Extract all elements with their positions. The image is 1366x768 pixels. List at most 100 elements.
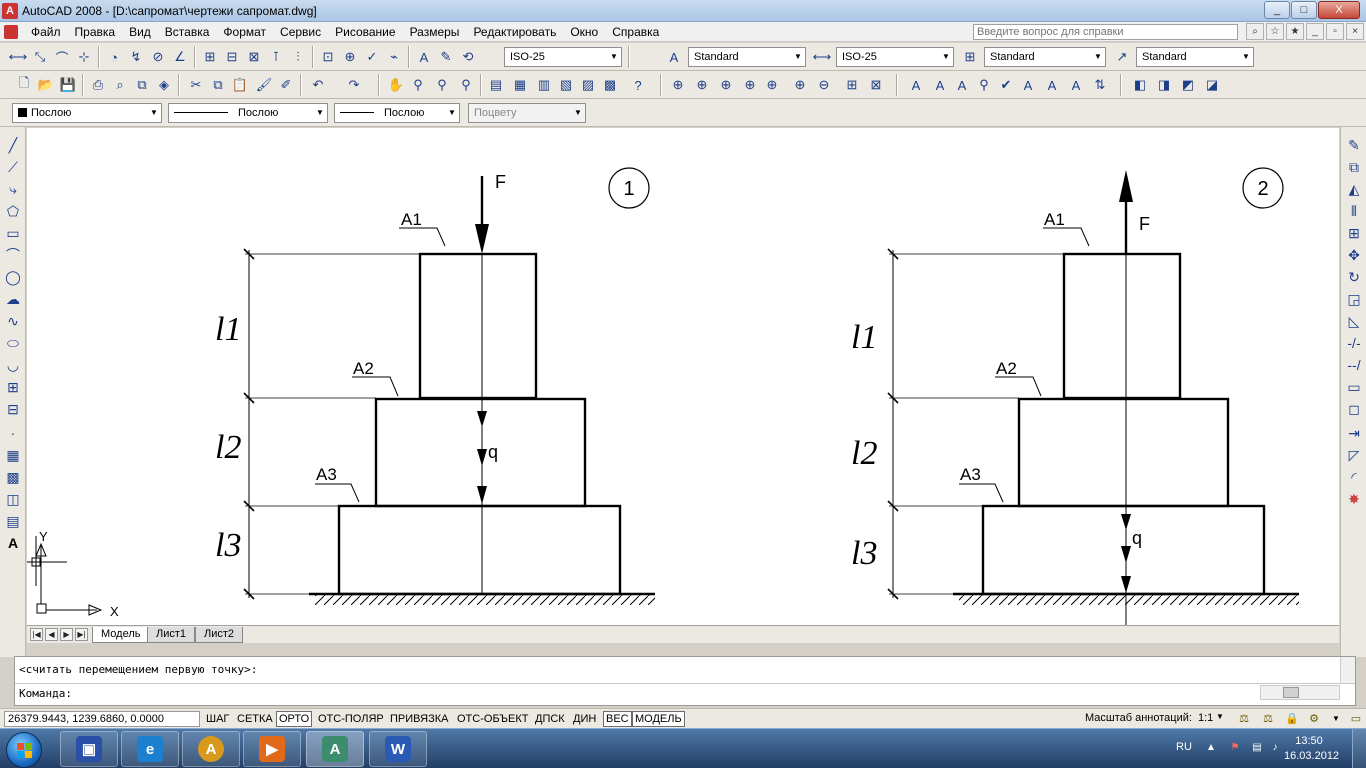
array-icon[interactable]: ⊞: [1344, 223, 1364, 243]
center-mark-icon[interactable]: ⊕: [340, 47, 360, 67]
open-file-icon[interactable]: 📂: [36, 75, 56, 95]
arc-icon[interactable]: ⌒: [3, 245, 23, 265]
continue-dimension-icon[interactable]: ⊠: [244, 47, 264, 67]
insert-block-icon[interactable]: ⊞: [3, 377, 23, 397]
multileader-style-select[interactable]: Standard ▼: [1136, 47, 1254, 67]
move-icon[interactable]: ✥: [1344, 245, 1364, 265]
text-style-icon[interactable]: A: [664, 47, 684, 67]
quick-leader-icon[interactable]: ⊺: [266, 47, 286, 67]
offset-icon[interactable]: ⫴: [1344, 201, 1364, 221]
menu-help[interactable]: Справка: [605, 25, 666, 39]
tray-expand-icon[interactable]: ▲: [1204, 741, 1218, 755]
find-text-icon[interactable]: ⚲: [974, 75, 994, 95]
markup-icon[interactable]: ▨: [578, 75, 598, 95]
scale-text-icon[interactable]: A: [1042, 75, 1062, 95]
taskbar-ie[interactable]: e: [121, 731, 179, 767]
break-at-point-icon[interactable]: ▭: [1344, 377, 1364, 397]
clean-screen-icon[interactable]: ▭: [1348, 711, 1364, 727]
paste-icon[interactable]: 📋: [230, 75, 250, 95]
sheet-set-icon[interactable]: ▧: [556, 75, 576, 95]
drawing-canvas[interactable]: 1 F q A1 A2 A3 l1 l2 l3 2 F q A1 A2 A3 l…: [27, 128, 1339, 625]
drawing-area[interactable]: 1 F q A1 A2 A3 l1 l2 l3 2 F q A1 A2 A3 l…: [27, 128, 1339, 625]
toggle-osnap[interactable]: ПРИВЯЗКА: [387, 711, 451, 727]
calculator-icon[interactable]: ▩: [600, 75, 620, 95]
baseline-dimension-icon[interactable]: ⊟: [222, 47, 242, 67]
ordinate-dimension-icon[interactable]: ⊹: [74, 47, 94, 67]
minimize-button[interactable]: _: [1264, 1, 1290, 19]
dimension-text-edit-icon[interactable]: ✎: [436, 47, 456, 67]
dimension-update-icon[interactable]: ⟲: [458, 47, 478, 67]
text-style-2-icon[interactable]: A: [1018, 75, 1038, 95]
command-prompt[interactable]: Команда:: [19, 687, 72, 700]
menu-modify[interactable]: Редактировать: [466, 25, 563, 39]
taskbar-save-app[interactable]: ▣: [60, 731, 118, 767]
toggle-ducs[interactable]: ДПСК: [532, 711, 568, 727]
zoom-in-icon[interactable]: ⊕: [790, 75, 810, 95]
maximize-button[interactable]: □: [1291, 1, 1317, 19]
radius-dimension-icon[interactable]: ◔: [104, 47, 124, 67]
zoom-dynamic-icon[interactable]: ⊕: [716, 75, 736, 95]
stretch-icon[interactable]: ◺: [1344, 311, 1364, 331]
annotation-visibility-icon[interactable]: ⚖: [1236, 711, 1252, 727]
pan-icon[interactable]: ✋: [386, 75, 406, 95]
justify-text-icon[interactable]: A: [1066, 75, 1086, 95]
mirror-icon[interactable]: ◭: [1344, 179, 1364, 199]
properties-icon[interactable]: ▤: [486, 75, 506, 95]
table-style-icon[interactable]: ⊞: [960, 47, 980, 67]
zoom-scale-icon[interactable]: ⊕: [740, 75, 760, 95]
plot-preview-icon[interactable]: ⌕: [110, 75, 130, 95]
publish-icon[interactable]: ⧉: [132, 75, 152, 95]
toggle-otrack[interactable]: ОТС-ОБЪЕКТ: [454, 711, 531, 727]
rectangle-icon[interactable]: ▭: [3, 223, 23, 243]
zoom-window-2-icon[interactable]: ⊕: [692, 75, 712, 95]
draworder-back-icon[interactable]: ◨: [1154, 75, 1174, 95]
tab-model[interactable]: Модель: [92, 627, 150, 643]
command-window[interactable]: <считать перемещением первую точку>: Ком…: [14, 656, 1356, 706]
undo-icon[interactable]: ↶: [308, 75, 328, 95]
draworder-above-icon[interactable]: ◩: [1178, 75, 1198, 95]
linear-dimension-icon[interactable]: ⟷: [8, 47, 28, 67]
match-properties-icon[interactable]: 🖌: [254, 75, 274, 95]
spline-icon[interactable]: ∿: [3, 311, 23, 331]
zoom-previous-icon[interactable]: ⚲: [456, 75, 476, 95]
design-center-icon[interactable]: ▦: [510, 75, 530, 95]
mtext-icon[interactable]: A: [3, 533, 23, 553]
zoom-out-icon[interactable]: ⊖: [814, 75, 834, 95]
rotate-icon[interactable]: ↻: [1344, 267, 1364, 287]
dim-style-manager-icon[interactable]: ⟷: [812, 47, 832, 67]
explode-icon[interactable]: ✸: [1344, 489, 1364, 509]
coordinates-readout[interactable]: 26379.9443, 1239.6860, 0.0000: [4, 711, 200, 727]
fillet-icon[interactable]: ◜: [1344, 467, 1364, 487]
join-icon[interactable]: ⇥: [1344, 423, 1364, 443]
tab-layout2[interactable]: Лист2: [195, 627, 244, 643]
tool-palettes-icon[interactable]: ▥: [534, 75, 554, 95]
spelling-icon[interactable]: ✔: [996, 75, 1016, 95]
color-select[interactable]: Послою ▼: [12, 103, 162, 123]
toggle-polar[interactable]: ОТС-ПОЛЯР: [315, 711, 387, 727]
dimension-space-icon[interactable]: ⫶: [288, 47, 308, 67]
copy-object-icon[interactable]: ⧉: [1344, 157, 1364, 177]
menu-edit[interactable]: Правка: [68, 25, 123, 39]
polygon-icon[interactable]: ⬠: [3, 201, 23, 221]
convert-distance-icon[interactable]: ⇅: [1090, 75, 1110, 95]
table-style-select[interactable]: Standard ▼: [984, 47, 1106, 67]
dimension-edit-icon[interactable]: A: [414, 47, 434, 67]
doc-restore-button[interactable]: ▫: [1326, 23, 1344, 40]
volume-icon[interactable]: ♪: [1268, 741, 1282, 755]
zoom-center-icon[interactable]: ⊕: [762, 75, 782, 95]
zoom-realtime-2-icon[interactable]: ⊕: [668, 75, 688, 95]
point-icon[interactable]: ·: [3, 423, 23, 443]
gradient-icon[interactable]: ▩: [3, 467, 23, 487]
jogged-dimension-icon[interactable]: ↯: [126, 47, 146, 67]
menu-file[interactable]: Файл: [24, 25, 68, 39]
menu-tools[interactable]: Сервис: [273, 25, 328, 39]
start-button[interactable]: [6, 732, 42, 768]
chevron-down-icon[interactable]: ▼: [1216, 712, 1224, 721]
status-menu-chevron-icon[interactable]: ▼: [1328, 711, 1344, 727]
extend-icon[interactable]: --/: [1344, 355, 1364, 375]
autocad-icon[interactable]: A: [2, 2, 18, 19]
zoom-all-icon[interactable]: ⊞: [842, 75, 862, 95]
toggle-dyn[interactable]: ДИН: [570, 711, 599, 727]
tab-layout1[interactable]: Лист1: [147, 627, 196, 643]
command-vertical-scrollbar[interactable]: [1340, 657, 1355, 683]
